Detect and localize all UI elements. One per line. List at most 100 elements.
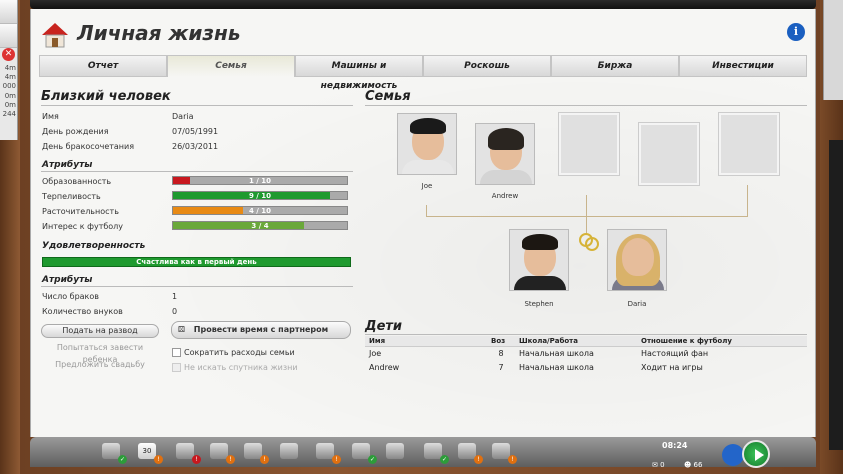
- bar-label: 9 / 10: [248, 192, 272, 200]
- member-name: Joe: [421, 182, 433, 190]
- marriages-label: Число браков: [42, 292, 99, 301]
- wastefulness-bar: 4 / 10: [172, 206, 348, 215]
- calendar-icon[interactable]: 30: [138, 443, 156, 459]
- status-badge: ✓: [118, 455, 127, 464]
- satisfaction-title: Удовлетворенность: [42, 241, 146, 251]
- empty-slot: [559, 113, 619, 175]
- spend-time-button[interactable]: ⚄ Провести время с партнером: [171, 321, 351, 339]
- right-sidebar: [820, 0, 843, 474]
- attributes2-title: Атрибуты: [42, 275, 93, 285]
- divorce-button[interactable]: Подать на развод: [41, 324, 159, 338]
- shirt: [480, 170, 532, 184]
- info-icon[interactable]: i: [787, 23, 805, 41]
- tab-stock[interactable]: Биржа: [551, 55, 679, 77]
- sidebar-value: 0m: [4, 91, 16, 100]
- tab-report[interactable]: Отчет: [39, 55, 167, 77]
- cell: Ходит на игры: [641, 363, 703, 372]
- portrait-stephen[interactable]: [509, 229, 569, 291]
- cell: Настоящий фан: [641, 349, 709, 359]
- cell: Joe: [369, 349, 382, 359]
- status-badge: ✓: [368, 455, 377, 464]
- tab-bar: Отчет Семья Машины и недвижимость Роскош…: [39, 55, 807, 91]
- sidebar-value: 000: [2, 82, 16, 91]
- football-interest-bar: 3 / 4: [172, 221, 348, 230]
- column-header[interactable]: Школа/Работа: [515, 336, 637, 347]
- wedding-day-value: 26/03/2011: [172, 142, 219, 151]
- satisfaction-bar: Счастлива как в первый день: [42, 257, 351, 267]
- sidebar-value: 4m: [4, 64, 16, 72]
- column-header[interactable]: Отношение к футболу: [637, 336, 807, 347]
- name-value: Daria: [172, 112, 194, 121]
- propose-wedding-button[interactable]: Предложить свадьбу: [41, 359, 159, 373]
- right-panel-top[interactable]: [823, 0, 843, 100]
- portrait-joe[interactable]: [397, 113, 457, 175]
- sidebar-value: 0m: [4, 100, 16, 109]
- portrait-daria[interactable]: [607, 229, 667, 291]
- game-time: 08:24: [662, 441, 688, 450]
- kids-table-header: Имя Воз Школа/Работа Отношение к футболу: [365, 336, 807, 347]
- divider: [365, 334, 807, 335]
- divider: [365, 105, 807, 106]
- patience-bar: 9 / 10: [172, 191, 348, 200]
- transfer-icon[interactable]: [210, 443, 228, 459]
- mail-icon[interactable]: [102, 443, 120, 459]
- no-search-checkbox[interactable]: [172, 363, 181, 372]
- status-badge: !: [260, 455, 269, 464]
- status-badge: !: [508, 455, 517, 464]
- reduce-costs-checkbox[interactable]: [172, 348, 181, 357]
- main-panel: Личная жизнь i Отчет Семья Машины и недв…: [30, 9, 816, 437]
- players-icon[interactable]: [458, 443, 476, 459]
- money-icon[interactable]: [244, 443, 262, 459]
- tab-investments[interactable]: Инвестиции: [679, 55, 807, 77]
- reduce-costs-label: Сократить расходы семьи: [184, 348, 295, 357]
- mail-count: ✉ 0: [652, 461, 665, 469]
- spend-time-label: Провести время с партнером: [193, 325, 329, 334]
- sidebar-values: 4m 4m 000 0m 0m 244: [0, 64, 18, 119]
- fans-count: ☻ 66: [684, 461, 703, 469]
- cell: Начальная школа: [519, 349, 594, 359]
- continue-button[interactable]: [742, 440, 770, 468]
- sidebar-dropdown[interactable]: [0, 24, 17, 48]
- have-child-button[interactable]: Попытаться завести ребенка: [41, 342, 159, 364]
- search-icon[interactable]: [424, 443, 442, 459]
- finance-icon[interactable]: [176, 443, 194, 459]
- car-icon[interactable]: [722, 444, 744, 466]
- shirt: [402, 160, 454, 174]
- hair: [488, 128, 524, 150]
- sidebar-cell[interactable]: [0, 0, 17, 24]
- cone-icon[interactable]: [280, 443, 298, 459]
- tab-luxury[interactable]: Роскошь: [423, 55, 551, 77]
- empty-slot: [639, 123, 699, 185]
- empty-slot: [719, 113, 779, 175]
- cell: 8: [498, 349, 504, 359]
- shirt: [514, 276, 566, 290]
- grandchildren-value: 0: [172, 307, 178, 316]
- gear-icon[interactable]: [316, 443, 334, 459]
- status-badge: !: [192, 455, 201, 464]
- status-badge: !: [226, 455, 235, 464]
- family-header: Семья: [365, 89, 411, 104]
- table-row[interactable]: Andrew 7 Начальная школа Ходит на игры: [365, 361, 807, 375]
- divider: [41, 286, 353, 287]
- column-header[interactable]: Имя: [365, 336, 487, 347]
- football-interest-label: Интерес к футболу: [42, 222, 124, 231]
- kids-header: Дети: [365, 319, 403, 334]
- portrait-andrew[interactable]: [475, 123, 535, 185]
- column-header[interactable]: Воз: [487, 336, 515, 347]
- education-label: Образованность: [42, 177, 112, 186]
- cell: Andrew: [369, 363, 400, 372]
- chart-icon[interactable]: [386, 443, 404, 459]
- home-icon[interactable]: [492, 443, 510, 459]
- patience-label: Терпеливость: [42, 192, 101, 201]
- sidebar-value: 244: [2, 110, 16, 119]
- close-icon[interactable]: ✕: [2, 48, 15, 61]
- mail-count-value: 0: [660, 461, 665, 469]
- status-badge: !: [332, 455, 341, 464]
- member-name: Andrew: [491, 192, 519, 200]
- tab-family[interactable]: Семья: [167, 55, 295, 77]
- table-row[interactable]: Joe 8 Начальная школа Настоящий фан: [365, 347, 807, 361]
- stadium-icon[interactable]: [352, 443, 370, 459]
- tab-cars[interactable]: Машины и недвижимость: [295, 55, 423, 91]
- hair: [522, 234, 558, 250]
- tree-line: [747, 185, 748, 217]
